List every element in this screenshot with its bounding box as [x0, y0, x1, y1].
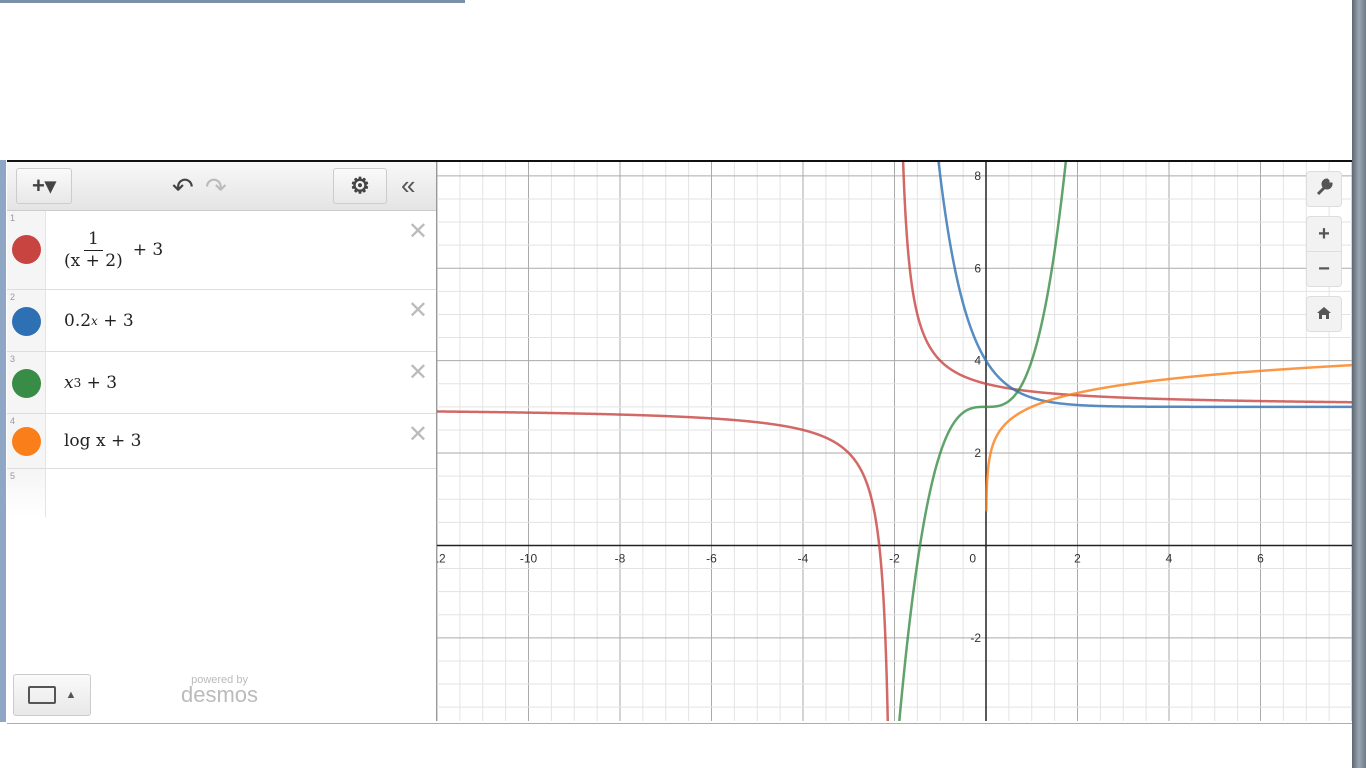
remove-expression-button[interactable]: ✕	[408, 217, 428, 246]
expression-index: 5	[10, 471, 16, 481]
desmos-calculator: +▾ ↶ ↷ ⚙ « 1 1 (x + 2) + 3 ✕ 2 0.2 x + 3 …	[7, 160, 1352, 724]
redo-button[interactable]: ↷	[205, 172, 227, 203]
expression-rest: + 3	[103, 310, 134, 331]
remove-expression-button[interactable]: ✕	[408, 420, 428, 449]
home-icon	[1316, 303, 1332, 326]
y-tick-label: 4	[974, 354, 981, 368]
y-tick-label: -2	[970, 631, 981, 645]
curve-3	[898, 162, 1068, 721]
graph-color-icon[interactable]	[12, 369, 41, 398]
x-tick-label: -6	[706, 551, 717, 565]
add-item-button[interactable]: +▾	[16, 168, 72, 204]
graph-color-icon[interactable]	[12, 427, 41, 456]
expression-rest: + 3	[132, 240, 164, 260]
x-tick-label: -2	[889, 551, 900, 565]
x-tick-label: -8	[615, 551, 626, 565]
desmos-logo: desmos	[181, 682, 259, 707]
x-tick-label: -4	[798, 551, 809, 565]
keyboard-icon	[27, 686, 56, 704]
x-tick-label: 2	[1074, 551, 1081, 565]
window-left-frame	[0, 160, 6, 722]
expression-index: 1	[10, 213, 16, 223]
expression-toolbar: +▾ ↶ ↷ ⚙ «	[7, 162, 436, 211]
y-tick-label: 6	[974, 261, 981, 275]
keyboard-toggle-button[interactable]: ▲	[13, 674, 91, 716]
x-tick-label: 4	[1166, 551, 1173, 565]
undo-button[interactable]: ↶	[172, 172, 194, 203]
graph-color-icon[interactable]	[12, 307, 41, 336]
expression-row-2[interactable]: 2 0.2 x + 3 ✕	[7, 290, 436, 352]
x-tick-label: -12	[437, 551, 446, 565]
expression-math[interactable]: 0.2 x + 3	[46, 290, 134, 351]
expression-row-4[interactable]: 4 log x + 3 ✕	[7, 414, 436, 469]
expression-math[interactable]: x3 + 3	[46, 352, 117, 413]
window-scrollbar[interactable]	[1352, 0, 1366, 768]
expression-rest: + 3	[86, 372, 118, 393]
zoom-out-button[interactable]: −	[1306, 251, 1342, 287]
remove-expression-button[interactable]: ✕	[408, 358, 428, 387]
wrench-icon	[1315, 177, 1333, 201]
caret-up-icon: ▲	[65, 689, 77, 701]
remove-expression-button[interactable]: ✕	[408, 296, 428, 325]
home-button[interactable]	[1306, 296, 1342, 332]
graph-canvas[interactable]: -12 -10 -8 -6 -4 -2 0 2 4 6 -2 2 4 6 8	[437, 162, 1352, 721]
window-top-edge	[0, 0, 465, 3]
x-tick-label: -10	[520, 551, 538, 565]
expression-math[interactable]: 1 (x + 2) + 3	[46, 211, 163, 289]
zoom-in-button[interactable]: +	[1306, 216, 1342, 252]
settings-button[interactable]: ⚙	[333, 168, 387, 204]
y-tick-label: 8	[974, 169, 981, 183]
exponent: 3	[73, 375, 82, 390]
expression-row-1[interactable]: 1 1 (x + 2) + 3 ✕	[7, 211, 436, 290]
base: x	[64, 372, 74, 393]
exponent: x	[91, 313, 98, 328]
denominator: (x + 2)	[64, 251, 123, 271]
expression-index: 3	[10, 354, 16, 364]
collapse-panel-button[interactable]: «	[401, 170, 415, 201]
graph-paper[interactable]: -12 -10 -8 -6 -4 -2 0 2 4 6 -2 2 4 6 8 + −	[437, 162, 1352, 721]
y-tick-label: 2	[974, 446, 981, 460]
powered-by-desmos[interactable]: powered by desmos	[181, 674, 258, 708]
expression-panel: +▾ ↶ ↷ ⚙ « 1 1 (x + 2) + 3 ✕ 2 0.2 x + 3 …	[7, 162, 437, 721]
graph-color-icon[interactable]	[12, 235, 41, 264]
x-tick-label: 0	[969, 551, 976, 565]
graph-settings-button[interactable]	[1306, 171, 1342, 207]
numerator: 1	[83, 229, 103, 251]
gear-icon: ⚙	[350, 173, 370, 198]
base: 0.2	[64, 310, 92, 331]
expression-row-empty[interactable]: 5	[7, 469, 436, 517]
x-tick-label: 6	[1257, 551, 1264, 565]
expression-index: 4	[10, 416, 16, 426]
expression-index: 2	[10, 292, 16, 302]
expression-math[interactable]: log x + 3	[46, 414, 141, 468]
expression-row-3[interactable]: 3 x3 + 3 ✕	[7, 352, 436, 414]
